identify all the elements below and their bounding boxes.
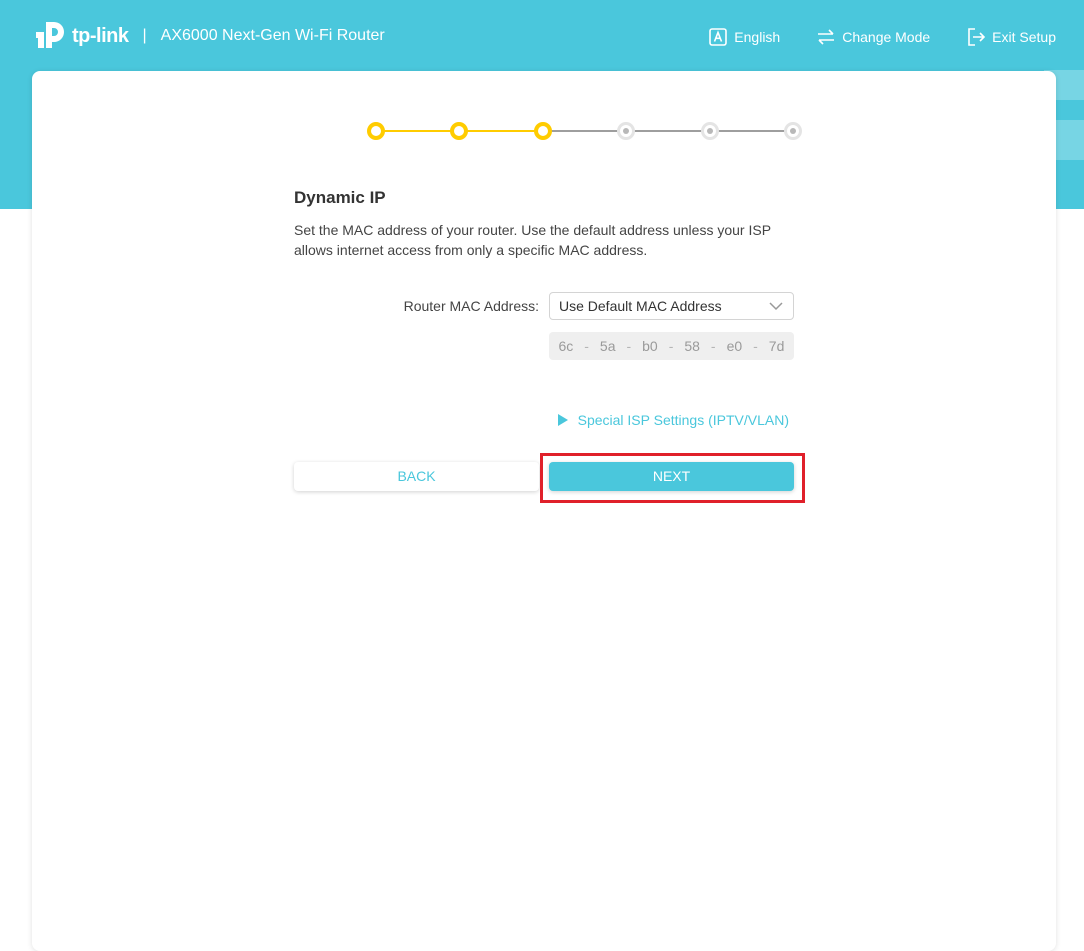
dynamic-ip-form: Dynamic IP Set the MAC address of your r…	[294, 188, 805, 503]
stepper-connector	[542, 130, 627, 132]
next-button[interactable]: NEXT	[549, 462, 794, 491]
setup-card: Dynamic IP Set the MAC address of your r…	[32, 71, 1056, 951]
special-isp-settings-link[interactable]: Special ISP Settings (IPTV/VLAN)	[557, 412, 789, 428]
stepper-step	[617, 122, 636, 140]
chevron-down-icon	[769, 302, 783, 311]
exit-setup-button[interactable]: Exit Setup	[966, 27, 1056, 47]
mac-octet: 58	[684, 338, 700, 354]
page-title: Dynamic IP	[294, 188, 386, 207]
language-button[interactable]: English	[708, 27, 780, 47]
header-divider: |	[142, 27, 147, 44]
mac-separator: -	[584, 338, 589, 354]
mac-octet: b0	[642, 338, 658, 354]
mac-address-select-value: Use Default MAC Address	[559, 298, 722, 314]
mac-octet: e0	[726, 338, 743, 354]
mac-address-row: Router MAC Address: Use Default MAC Addr…	[294, 292, 794, 320]
mac-separator: -	[626, 338, 632, 354]
mac-address-label: Router MAC Address:	[403, 298, 539, 314]
mac-address-select[interactable]: Use Default MAC Address	[549, 292, 794, 320]
language-icon	[709, 28, 728, 46]
mac-separator: -	[710, 338, 716, 354]
stepper-step	[450, 122, 469, 140]
top-nav: English Change Mode Exit Setup	[708, 27, 1056, 47]
change-mode-label: Change Mode	[842, 29, 931, 45]
page-description: Set the MAC address of your router. Use …	[294, 222, 771, 258]
stepper-step	[533, 122, 552, 140]
stepper-step	[367, 122, 385, 140]
mac-address-display: 6c -5a - b0-58- e0-7d	[549, 332, 794, 360]
stepper-step	[784, 122, 802, 140]
swap-icon	[818, 29, 835, 45]
mac-octet: 7d	[768, 338, 785, 354]
logo-text: tp-link	[72, 24, 129, 47]
progress-stepper	[326, 120, 802, 144]
caret-right-icon	[557, 414, 568, 426]
mac-separator: -	[753, 338, 758, 354]
mac-separator: -	[668, 338, 674, 354]
change-mode-button[interactable]: Change Mode	[816, 27, 930, 47]
exit-setup-label: Exit Setup	[992, 29, 1056, 45]
stepper-connector	[376, 130, 460, 132]
exit-icon	[968, 28, 986, 46]
back-button[interactable]: BACK	[294, 462, 539, 491]
tp-link-logo-icon	[36, 22, 64, 48]
stepper-connector	[709, 130, 793, 132]
mac-octet: 6c	[558, 338, 574, 354]
stepper-step	[700, 122, 719, 140]
stepper-connector	[626, 130, 710, 132]
mac-octet: 5a	[599, 338, 616, 354]
stepper-connector	[459, 130, 543, 132]
language-label: English	[734, 29, 781, 45]
product-name: AX6000 Next-Gen Wi-Fi Router	[160, 27, 385, 44]
special-isp-settings-label: Special ISP Settings (IPTV/VLAN)	[577, 412, 789, 428]
brand: tp-link | AX6000 Next-Gen Wi-Fi Router	[32, 16, 385, 56]
